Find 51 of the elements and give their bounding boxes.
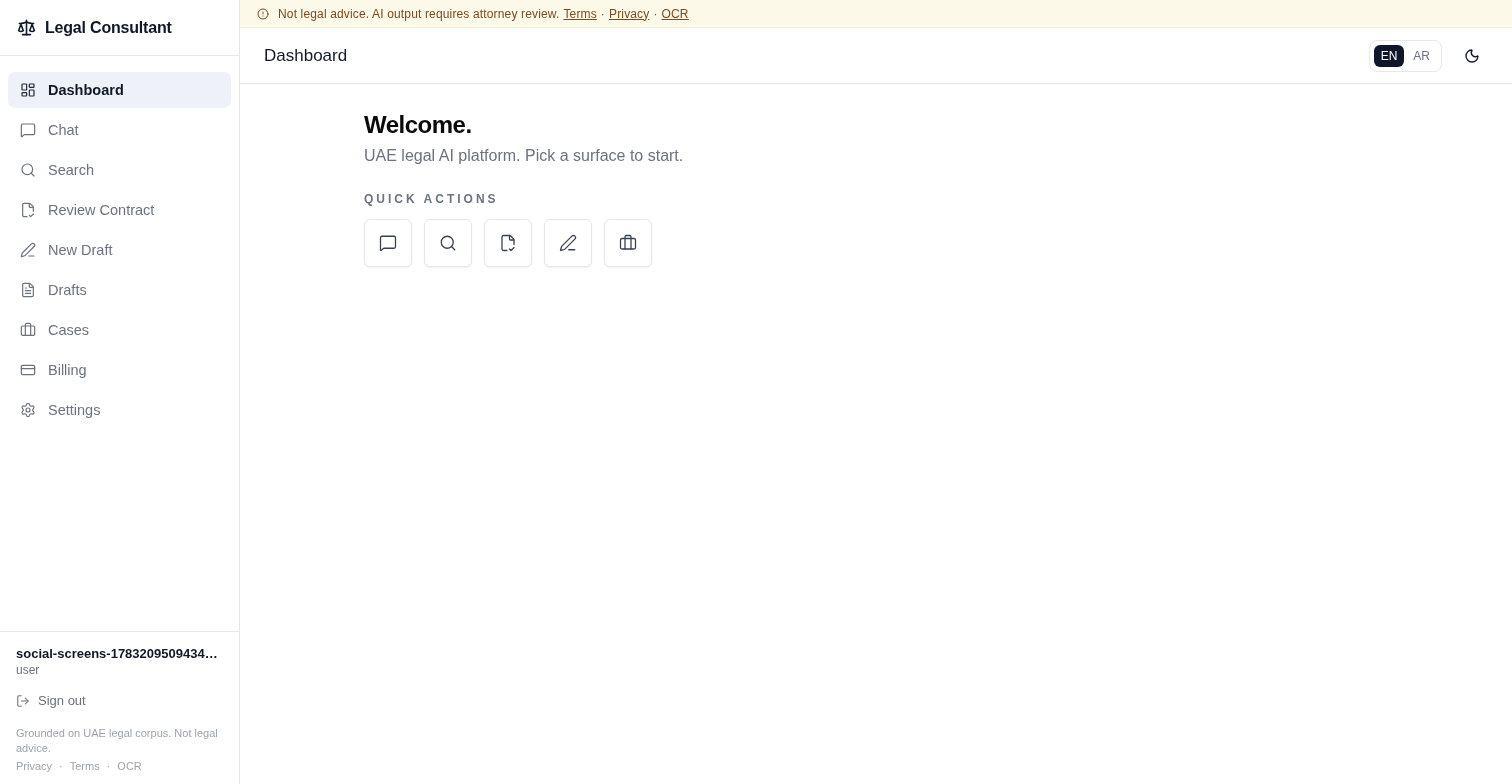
sign-out-icon: [16, 693, 30, 708]
separator-dot: ·: [106, 760, 111, 772]
sign-out-button[interactable]: Sign out: [12, 691, 90, 710]
footer-link[interactable]: OCR: [117, 760, 142, 772]
chat-bubble-icon: [20, 122, 36, 138]
footer-link[interactable]: Privacy: [16, 760, 53, 772]
brand-name: Legal Consultant: [45, 18, 172, 37]
nav-item[interactable]: Billing: [8, 352, 231, 388]
scales-icon: [17, 18, 36, 37]
disclaimer-text: Grounded on UAE legal corpus. Not legal advice.: [16, 726, 219, 756]
banner-link[interactable]: OCR: [661, 6, 689, 21]
language-option[interactable]: EN: [1373, 44, 1405, 67]
pencil-icon: [559, 234, 577, 252]
user-role: user: [16, 662, 41, 678]
search-icon: [20, 162, 36, 178]
moon-icon: [1464, 47, 1480, 64]
page-title: Dashboard: [264, 45, 348, 66]
briefcase-icon: [619, 234, 637, 252]
chat-bubble-icon: [379, 234, 397, 252]
separator-dot: ·: [59, 760, 63, 772]
file-check-icon: [20, 202, 36, 218]
pencil-icon: [20, 242, 36, 258]
file-check-icon: [499, 234, 517, 252]
banner-link[interactable]: Terms: [563, 6, 597, 21]
banner-link[interactable]: Privacy: [609, 6, 650, 21]
nav-item[interactable]: New Draft: [8, 232, 231, 268]
alert-icon: [257, 7, 269, 20]
welcome-heading: Welcome.: [364, 110, 473, 140]
banner-text: Not legal advice. AI output requires attorney review.: [278, 6, 560, 21]
language-option[interactable]: AR: [1406, 44, 1437, 67]
document-icon: [20, 282, 36, 298]
quick-action-button[interactable]: [604, 219, 652, 267]
nav-item[interactable]: Dashboard: [8, 72, 231, 108]
user-name: social-screens-1783209509434…: [16, 645, 219, 662]
section-label: QUICK ACTIONS: [364, 191, 500, 207]
nav-item[interactable]: Chat: [8, 112, 231, 148]
search-icon: [439, 234, 457, 252]
nav-item[interactable]: Drafts: [8, 272, 231, 308]
nav-item[interactable]: Review Contract: [8, 192, 231, 228]
quick-action-button[interactable]: [364, 219, 412, 267]
nav-item[interactable]: Cases: [8, 312, 231, 348]
separator-dot: ·: [600, 6, 605, 21]
separator-dot: ·: [653, 6, 658, 21]
footer-link[interactable]: Terms: [69, 760, 100, 772]
briefcase-icon: [20, 322, 36, 338]
nav-item[interactable]: Search: [8, 152, 231, 188]
settings-icon: [20, 402, 36, 418]
dashboard-grid-icon: [20, 82, 36, 98]
credit-card-icon: [20, 362, 36, 378]
nav-item[interactable]: Settings: [8, 392, 231, 428]
welcome-subtitle: UAE legal AI platform. Pick a surface to start.: [364, 146, 685, 166]
